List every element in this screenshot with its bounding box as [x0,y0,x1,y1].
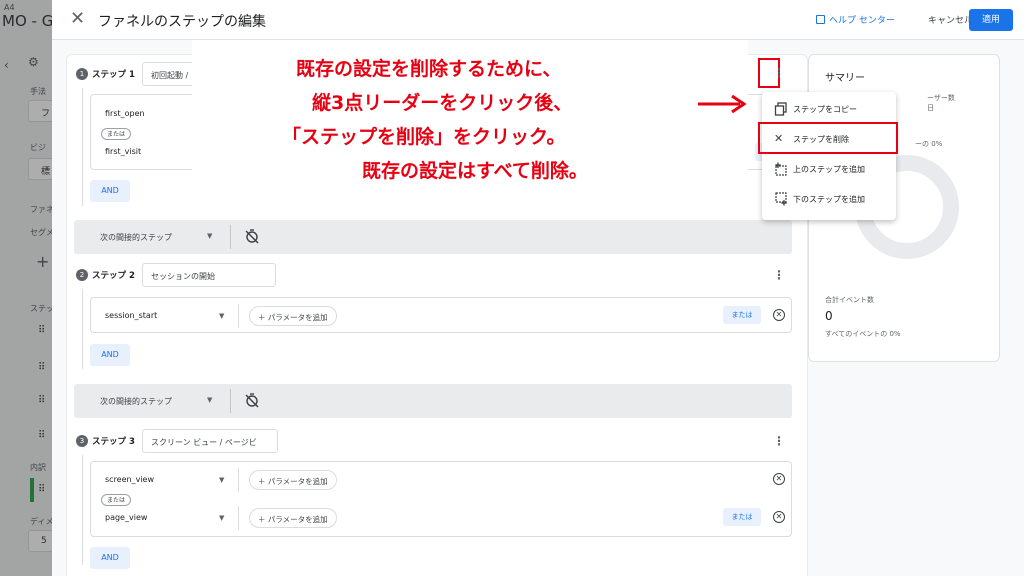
open-external-icon [816,15,825,24]
add-parameter-button[interactable]: ＋ パラメータを追加 [249,306,337,326]
or-button[interactable]: または [723,306,761,324]
copy-icon [774,102,787,116]
dropdown-caret-icon: ▼ [207,232,213,240]
remove-circle-icon[interactable]: ✕ [773,511,785,523]
dropdown-caret-icon[interactable]: ▼ [219,514,224,522]
remove-circle-icon[interactable]: ✕ [773,309,785,321]
step-context-menu: ステップをコピー ✕ ステップを削除 上のステップを追加 下のステップを追加 [762,92,896,220]
or-connector-pill: または [101,128,132,140]
more-vert-icon[interactable]: ⋮ [772,265,786,285]
timer-off-icon[interactable] [244,392,260,408]
step-name-input[interactable]: セッションの開始 [142,263,276,287]
and-button[interactable]: AND [90,180,130,202]
annotation-line-1: 既存の設定を削除するために、 [296,58,562,80]
timer-off-icon[interactable] [244,228,260,244]
add-above-icon [775,162,787,176]
event-name[interactable]: screen_view [105,475,154,484]
help-center-link[interactable]: ヘルプ センター [816,13,895,26]
modal-overlay [0,0,60,576]
add-parameter-button[interactable]: ＋ パラメータを追加 [249,470,337,490]
annotation-line-3: 「ステップを削除」をクリック。 [282,126,566,148]
summary-users-pct: ーの 0% [915,140,943,148]
step-number-badge: 3 [76,435,88,447]
divider [238,506,239,530]
indirect-step-selector[interactable]: 次の間接的ステップ ▼ [74,220,792,254]
step-number-badge: 2 [76,269,88,281]
summary-title: サマリー [825,73,865,84]
modal-header: ✕ ファネルのステップの編集 ヘルプ センター キャンセル 適用 [52,0,1024,40]
add-parameter-button[interactable]: ＋ パラメータを追加 [249,508,337,528]
step-3-conditions: screen_view ▼ ＋ パラメータを追加 ✕ または page_view… [90,461,792,537]
indirect-step-label: 次の間接的ステップ [100,397,172,406]
event-name[interactable]: first_open [105,109,145,118]
annotation-arrow-icon [698,94,747,114]
apply-button[interactable]: 適用 [969,9,1013,31]
step-2-header: 2 ステップ 2 セッションの開始 [76,263,796,287]
summary-users-label: ーザー数 [927,94,955,102]
step-number-badge: 1 [76,68,88,80]
divider [230,389,231,413]
dropdown-caret-icon: ▼ [207,396,213,404]
dropdown-caret-icon[interactable]: ▼ [219,476,224,484]
and-button[interactable]: AND [90,344,130,366]
annotation-line-4: 既存の設定はすべて削除。 [362,160,588,182]
summary-events-value: 0 [825,309,833,323]
event-name[interactable]: page_view [105,513,147,522]
plus-icon: ＋ [258,477,268,486]
step-2-conditions: session_start ▼ ＋ パラメータを追加 または ✕ [90,297,792,333]
or-button[interactable]: または [723,508,761,526]
modal-title: ファネルのステップの編集 [98,14,266,30]
dropdown-caret-icon[interactable]: ▼ [219,312,224,320]
step-connector [82,88,83,206]
menu-item-add-step-below[interactable]: 下のステップを追加 [762,184,896,214]
remove-circle-icon[interactable]: ✕ [773,473,785,485]
menu-item-label: 下のステップを追加 [793,195,865,204]
indirect-step-label: 次の間接的ステップ [100,233,172,242]
more-vert-icon[interactable]: ⋮ [772,431,786,451]
divider [230,225,231,249]
step-connector [82,455,83,565]
menu-item-copy-step[interactable]: ステップをコピー [762,94,896,124]
delete-step-highlight [758,122,898,154]
step-3-header: 3 ステップ 3 スクリーン ビュー / ページビ [76,429,796,453]
step-label: ステップ 3 [92,437,135,447]
add-parameter-label: パラメータを追加 [267,515,328,524]
plus-icon: ＋ [258,313,268,322]
add-below-icon [775,192,787,206]
add-parameter-label: パラメータを追加 [267,477,328,486]
add-parameter-label: パラメータを追加 [267,313,328,322]
step-label: ステップ 2 [92,271,135,281]
menu-item-add-step-above[interactable]: 上のステップを追加 [762,154,896,184]
step-connector [82,289,83,369]
annotation-line-2: 縦3点リーダーをクリック後、 [312,92,573,114]
more-vert-icon[interactable]: ⋮ [772,63,786,83]
event-name[interactable]: session_start [105,311,157,320]
divider [238,304,239,328]
menu-item-label: ステップをコピー [793,105,857,114]
divider [238,468,239,492]
indirect-step-selector[interactable]: 次の間接的ステップ ▼ [74,384,792,418]
summary-events-pct: すべてのイベントの 0% [825,330,901,338]
step-label: ステップ 1 [92,70,135,80]
plus-icon: ＋ [258,515,268,524]
help-center-label: ヘルプ センター [829,16,895,26]
or-connector-pill: または [101,494,132,506]
and-button[interactable]: AND [90,547,130,569]
event-name[interactable]: first_visit [105,147,141,156]
cancel-button[interactable]: キャンセル [928,13,973,26]
step-name-input[interactable]: スクリーン ビュー / ページビ [142,429,278,453]
summary-days-label: 日 [927,104,934,112]
close-icon[interactable]: ✕ [70,8,85,29]
menu-item-label: 上のステップを追加 [793,165,865,174]
summary-events-label: 合計イベント数 [825,296,874,304]
